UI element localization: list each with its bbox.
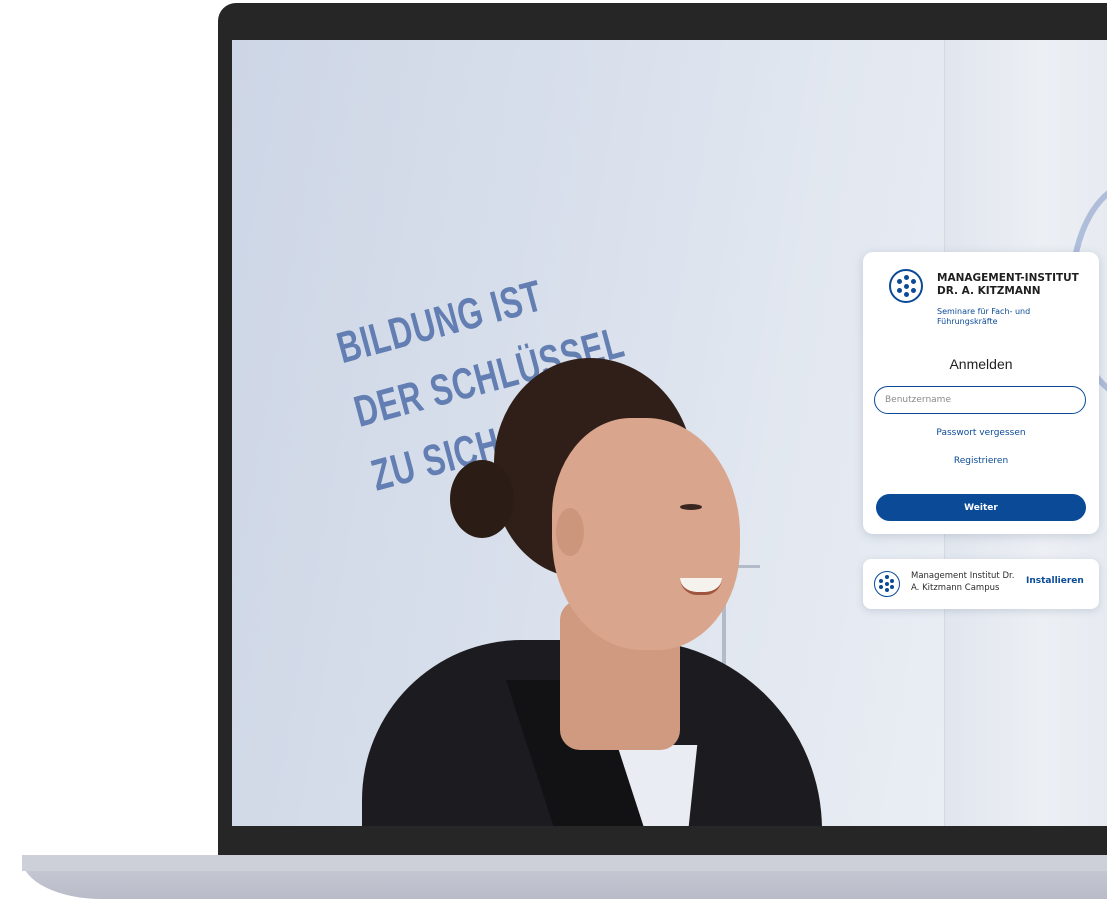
- install-app-banner: Management Institut Dr. A. Kitzmann Camp…: [863, 559, 1099, 609]
- dotted-circle-app-icon: [874, 571, 900, 597]
- login-screen: BILDUNG IST DER SCHLÜSSEL ZU SICH S MANA…: [232, 40, 1107, 826]
- brand-title: MANAGEMENT-INSTITUT DR. A. KITZMANN: [937, 272, 1097, 298]
- brand-title-line-1: MANAGEMENT-INSTITUT: [937, 272, 1079, 284]
- brand-subtitle-line-2: Führungskräfte: [937, 317, 998, 326]
- register-link[interactable]: Registrieren: [863, 456, 1099, 466]
- forgot-password-link[interactable]: Passwort vergessen: [863, 428, 1099, 438]
- laptop-base-edge: [22, 855, 1107, 871]
- person-ear: [556, 508, 584, 556]
- brand-title-line-2: DR. A. KITZMANN: [937, 285, 1041, 297]
- install-button[interactable]: Installieren: [1026, 576, 1084, 586]
- brand-subtitle: Seminare für Fach- und Führungskräfte: [937, 307, 1057, 327]
- dotted-circle-logo-icon: [889, 269, 923, 303]
- login-heading: Anmelden: [949, 356, 1013, 372]
- laptop-bottom-bezel: [218, 826, 1107, 858]
- person-hair-bun: [450, 460, 514, 538]
- brand-subtitle-line-1: Seminare für Fach- und: [937, 307, 1031, 316]
- person-eye: [680, 504, 702, 510]
- login-card: MANAGEMENT-INSTITUT DR. A. KITZMANN Semi…: [863, 252, 1099, 534]
- install-app-name-line-2: A. Kitzmann Campus: [911, 583, 1000, 593]
- continue-button[interactable]: Weiter: [876, 494, 1086, 521]
- install-app-name: Management Institut Dr. A. Kitzmann Camp…: [911, 570, 1021, 594]
- username-input[interactable]: [874, 386, 1086, 414]
- install-app-name-line-1: Management Institut Dr.: [911, 571, 1015, 581]
